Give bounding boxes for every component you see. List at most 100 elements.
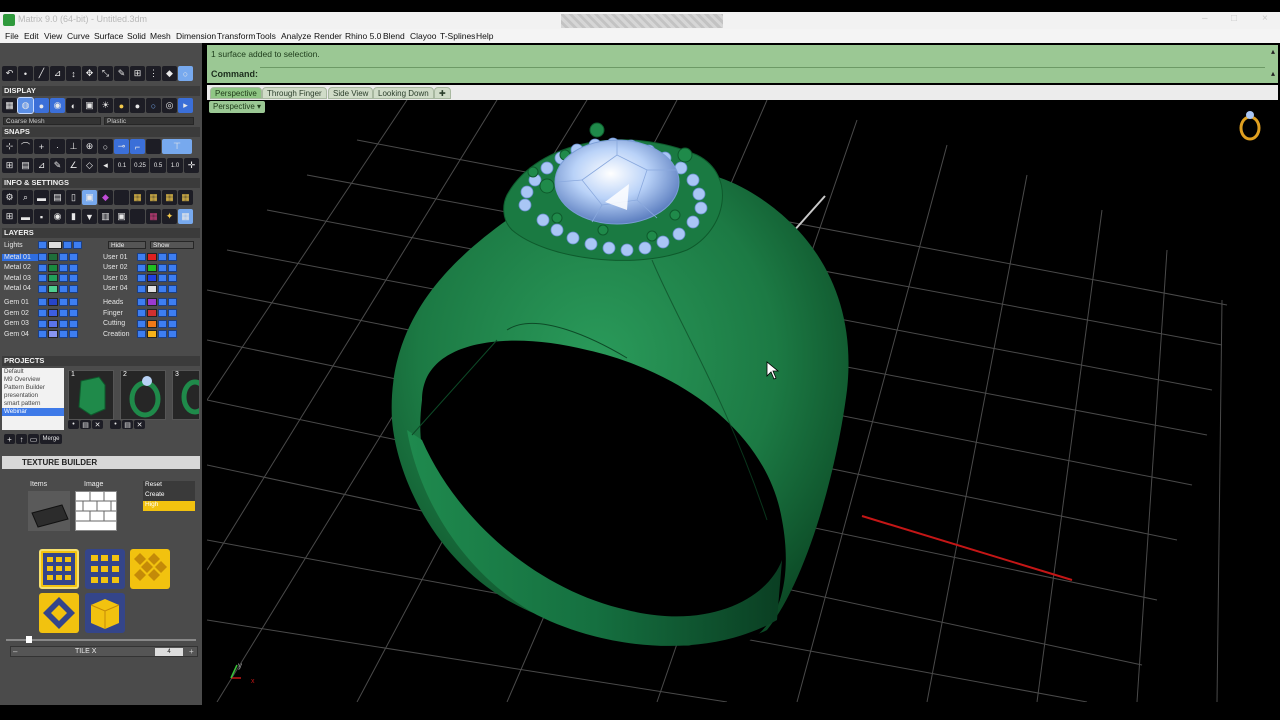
- gold-sphere-icon[interactable]: ●: [114, 98, 129, 113]
- layer-lock-toggle[interactable]: [158, 309, 167, 317]
- layer-name[interactable]: Metal 03: [2, 275, 38, 282]
- project-item[interactable]: M9 Overview: [2, 376, 64, 384]
- info-pink-icon[interactable]: ▦: [146, 209, 161, 224]
- layer-color-swatch[interactable]: [48, 298, 58, 307]
- layer-row[interactable]: Finger: [101, 308, 178, 318]
- layer-color-swatch[interactable]: [147, 274, 157, 283]
- layer-row[interactable]: Metal 03: [2, 273, 79, 283]
- minimize-icon[interactable]: –: [1202, 13, 1208, 24]
- brick-pattern-preview[interactable]: [75, 491, 117, 531]
- tab-through-finger[interactable]: Through Finger: [262, 87, 327, 99]
- layer-visibility-toggle[interactable]: [38, 253, 47, 261]
- layer-lock-toggle[interactable]: [158, 284, 167, 293]
- maximize-icon[interactable]: □: [1231, 13, 1237, 24]
- snap-mid-icon[interactable]: ⊥: [66, 139, 81, 154]
- layer-color-swatch[interactable]: [48, 284, 58, 293]
- layer-select-toggle[interactable]: [168, 253, 177, 261]
- lights-toggle-c[interactable]: [73, 241, 82, 249]
- history-scroll-up-icon[interactable]: ▴: [1271, 47, 1275, 56]
- project-item[interactable]: presentation: [2, 392, 64, 400]
- snap-value-2[interactable]: 0.25: [131, 158, 149, 173]
- snap-end-icon[interactable]: +: [34, 139, 49, 154]
- layer-lock-toggle[interactable]: [59, 309, 68, 317]
- layer-select-toggle[interactable]: [168, 263, 177, 272]
- info-grid-icon[interactable]: ⊞: [2, 209, 17, 224]
- project-item[interactable]: Default: [2, 368, 64, 376]
- info-sphere-icon[interactable]: ◉: [50, 209, 65, 224]
- layer-lock-toggle[interactable]: [59, 298, 68, 307]
- menu-mesh[interactable]: Mesh: [150, 31, 171, 41]
- layer-lock-toggle[interactable]: [158, 298, 167, 307]
- info-dash-icon[interactable]: ▬: [18, 209, 33, 224]
- layer-select-toggle[interactable]: [69, 319, 78, 328]
- layer-select-toggle[interactable]: [168, 309, 177, 317]
- display-ghost-icon[interactable]: ▣: [82, 98, 97, 113]
- texture-slider-thumb[interactable]: [26, 636, 32, 643]
- layer-visibility-toggle[interactable]: [137, 274, 146, 283]
- gem-tool-icon[interactable]: ◆: [162, 66, 177, 81]
- layer-name[interactable]: Metal 01: [2, 253, 38, 261]
- snap-cross-icon[interactable]: ✛: [184, 158, 199, 173]
- snap-measure-icon[interactable]: ⊿: [34, 158, 49, 173]
- layer-color-swatch[interactable]: [147, 309, 157, 317]
- page-icon[interactable]: ▯: [66, 190, 81, 205]
- tab-looking-down[interactable]: Looking Down: [373, 87, 434, 99]
- snap-ortho-icon[interactable]: ⊸: [114, 139, 129, 154]
- glass-sphere-icon[interactable]: ◎: [162, 98, 177, 113]
- menu-help[interactable]: Help: [476, 31, 493, 41]
- tile-x-value[interactable]: 4: [155, 648, 183, 656]
- info-d-icon[interactable]: ▦: [178, 190, 193, 205]
- menu-rhino[interactable]: Rhino 5.0: [345, 31, 381, 41]
- command-scroll-icon[interactable]: ▴: [1271, 69, 1275, 78]
- menu-analyze[interactable]: Analyze: [281, 31, 311, 41]
- layer-select-toggle[interactable]: [69, 284, 78, 293]
- layer-name[interactable]: Metal 04: [2, 285, 38, 292]
- layer-row[interactable]: User 03: [101, 273, 178, 283]
- menu-dimension[interactable]: Dimension: [176, 31, 216, 41]
- layer-lock-toggle[interactable]: [59, 330, 68, 339]
- layer-select-toggle[interactable]: [69, 263, 78, 272]
- texture-tile-cross[interactable]: [39, 593, 79, 633]
- project-item-selected[interactable]: Webinar: [2, 408, 64, 416]
- layer-name[interactable]: Gem 01: [2, 299, 38, 306]
- layer-visibility-toggle[interactable]: [38, 298, 47, 307]
- snap-planar-icon[interactable]: ⌐: [130, 139, 145, 154]
- blue-sphere-icon[interactable]: ○: [146, 98, 161, 113]
- tile-minus-icon[interactable]: –: [13, 647, 17, 656]
- layer-visibility-toggle[interactable]: [137, 263, 146, 272]
- layer-color-swatch[interactable]: [147, 319, 157, 328]
- car-icon[interactable]: ▬: [34, 190, 49, 205]
- display-env-icon[interactable]: ◐: [66, 98, 81, 113]
- layer-color-swatch[interactable]: [48, 253, 58, 261]
- display-shade-icon[interactable]: ◍: [17, 97, 34, 114]
- snap-circle-icon[interactable]: ○: [98, 139, 113, 154]
- menu-clayoo[interactable]: Clayoo: [410, 31, 436, 41]
- thumb-save-icon[interactable]: ▤: [122, 420, 133, 429]
- info-b-icon[interactable]: ▦: [146, 190, 161, 205]
- mesh-quality-combo[interactable]: Coarse Mesh: [3, 117, 101, 125]
- layer-visibility-toggle[interactable]: [137, 309, 146, 317]
- menu-solid[interactable]: Solid: [127, 31, 146, 41]
- layer-select-toggle[interactable]: [168, 319, 177, 328]
- thumb-delete-icon[interactable]: ✕: [92, 420, 103, 429]
- tile-plus-icon[interactable]: +: [189, 647, 194, 656]
- layer-name[interactable]: Gem 02: [2, 310, 38, 317]
- thumb-add-icon[interactable]: •: [68, 420, 79, 429]
- info-stack-icon[interactable]: ▥: [98, 209, 113, 224]
- texture-tile-cube[interactable]: [85, 593, 125, 633]
- layer-visibility-toggle[interactable]: [38, 263, 47, 272]
- arrow-tool-icon[interactable]: ↕: [66, 66, 81, 81]
- layer-row[interactable]: Metal 02: [2, 263, 79, 273]
- menu-edit[interactable]: Edit: [24, 31, 39, 41]
- reset-option[interactable]: Reset: [143, 481, 195, 491]
- hide-layers-button[interactable]: Hide: [108, 241, 146, 249]
- gem-setting[interactable]: [503, 122, 723, 261]
- menu-surface[interactable]: Surface: [94, 31, 123, 41]
- snaps-section-header[interactable]: SNAPS: [2, 127, 200, 137]
- info-funnel-icon[interactable]: ▼: [82, 209, 97, 224]
- quality-dropdown[interactable]: High: [143, 501, 195, 511]
- tab-side-view[interactable]: Side View: [328, 87, 374, 99]
- snap-grid-small-icon[interactable]: ⊞: [2, 158, 17, 173]
- info-box-icon[interactable]: ▪: [34, 209, 49, 224]
- layer-name[interactable]: User 03: [101, 275, 137, 282]
